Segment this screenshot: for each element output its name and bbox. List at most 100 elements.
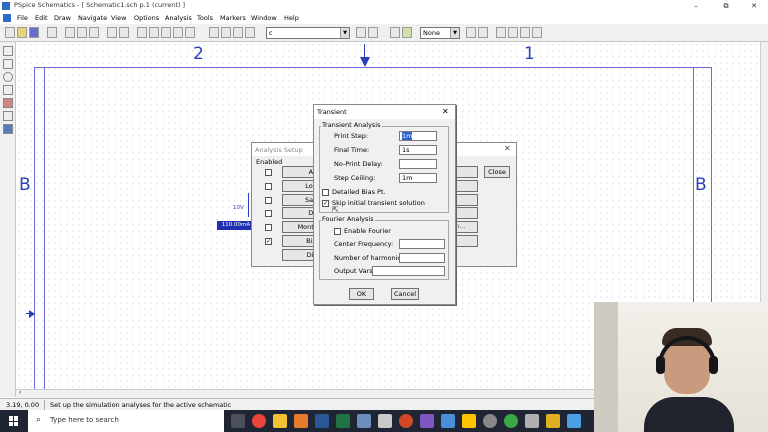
circle-icon[interactable] (3, 72, 13, 82)
app-icon-6[interactable] (357, 414, 371, 428)
enable-fourier-checkbox[interactable] (334, 228, 341, 235)
step-ceiling-input[interactable]: 1m (399, 173, 437, 183)
firefox-icon[interactable] (294, 414, 308, 428)
cancel-button[interactable]: Cancel (391, 288, 419, 300)
app-icon-13[interactable] (504, 414, 518, 428)
enable-ac-checkbox[interactable] (265, 169, 272, 176)
undo-icon[interactable] (107, 27, 117, 38)
menu-markers[interactable]: Markers (220, 13, 246, 23)
menu-navigate[interactable]: Navigate (78, 13, 107, 23)
voltage-diff-marker-icon[interactable] (508, 27, 518, 38)
open-icon[interactable] (17, 27, 27, 38)
menu-view[interactable]: View (111, 13, 126, 23)
app-icon-11[interactable] (462, 414, 476, 428)
final-time-input[interactable]: 1s (399, 145, 437, 155)
output-vars-input[interactable] (372, 266, 445, 276)
chrome-icon[interactable] (252, 414, 266, 428)
zoom-level-combo[interactable]: None ▼ (420, 27, 460, 39)
cut-icon[interactable] (65, 27, 75, 38)
detailed-bias-checkbox[interactable] (322, 189, 329, 196)
probe-icon[interactable] (466, 27, 476, 38)
edit-symbol-icon[interactable] (368, 27, 378, 38)
menu-window[interactable]: Window (251, 13, 277, 23)
task-view-icon[interactable] (231, 414, 245, 428)
menu-tools[interactable]: Tools (197, 13, 213, 23)
app-icon-12[interactable] (483, 414, 497, 428)
text-icon[interactable] (3, 111, 13, 121)
maximize-button[interactable]: ⧉ (714, 0, 738, 12)
close-icon[interactable]: ✕ (442, 107, 449, 116)
menu-draw[interactable]: Draw (54, 13, 71, 23)
menu-help[interactable]: Help (284, 13, 299, 23)
file-explorer-icon[interactable] (273, 414, 287, 428)
zoom-out-icon[interactable] (161, 27, 171, 38)
app-icon-7[interactable] (378, 414, 392, 428)
chevron-down-icon[interactable]: ▼ (450, 28, 459, 38)
windows-start-icon[interactable] (9, 416, 19, 426)
draw-bus-icon[interactable] (221, 27, 231, 38)
enable-dc-checkbox[interactable] (265, 210, 272, 217)
enable-bias-checkbox[interactable]: ✓ (265, 238, 272, 245)
edit-attributes-icon[interactable] (356, 27, 366, 38)
app-icon-10[interactable] (441, 414, 455, 428)
app-icon-14[interactable] (525, 414, 539, 428)
paste-icon[interactable] (89, 27, 99, 38)
polyline-icon[interactable] (3, 98, 13, 108)
app-icon-15[interactable] (546, 414, 560, 428)
draw-wire-icon[interactable] (209, 27, 219, 38)
close-button[interactable]: Close (484, 166, 510, 178)
transient-dialog: Transient ✕ Transient Analysis Print Ste… (313, 104, 456, 305)
center-frequency-input[interactable] (399, 239, 445, 249)
app-icon-9[interactable] (420, 414, 434, 428)
drawing-palette (0, 42, 16, 397)
print-step-input[interactable]: 1m (399, 131, 437, 141)
save-icon[interactable] (29, 27, 39, 38)
enable-load-checkbox[interactable] (265, 183, 272, 190)
menu-file[interactable]: File (17, 13, 28, 23)
ok-button[interactable]: OK (349, 288, 374, 300)
copy-icon[interactable] (77, 27, 87, 38)
app-icon-8[interactable] (399, 414, 413, 428)
print-icon[interactable] (47, 27, 57, 38)
get-part-icon[interactable] (245, 27, 255, 38)
no-print-delay-input[interactable] (399, 159, 437, 169)
redo-icon[interactable] (119, 27, 129, 38)
zone-label-b-right: B (695, 175, 707, 195)
harmonics-input[interactable] (399, 253, 445, 263)
chevron-down-icon[interactable]: ▼ (340, 28, 349, 38)
line-icon[interactable] (3, 46, 13, 56)
arc-icon[interactable] (3, 85, 13, 95)
minimize-button[interactable]: – (684, 0, 708, 12)
taskbar-search-box[interactable]: ⌕ Type here to search (28, 410, 224, 432)
simulate-icon[interactable] (402, 27, 412, 38)
draw-block-icon[interactable] (233, 27, 243, 38)
close-icon[interactable]: ✕ (504, 144, 511, 153)
probe-marker-icon[interactable] (478, 27, 488, 38)
current-bias-label[interactable]: 110.00mA (217, 221, 255, 230)
close-button[interactable]: ✕ (742, 0, 766, 12)
skip-initial-checkbox[interactable]: ✓ (322, 200, 329, 207)
box-icon[interactable] (3, 59, 13, 69)
current-marker-icon[interactable] (520, 27, 530, 38)
voltage-marker-icon[interactable] (496, 27, 506, 38)
app-icon-16[interactable] (567, 414, 581, 428)
scroll-left-icon[interactable]: ‹ (19, 389, 21, 396)
current-bias-icon[interactable] (532, 27, 542, 38)
menu-options[interactable]: Options (134, 13, 159, 23)
webcam-overlay (594, 302, 768, 432)
enable-montecarlo-checkbox[interactable] (265, 224, 272, 231)
new-icon[interactable] (5, 27, 15, 38)
menu-analysis[interactable]: Analysis (165, 13, 192, 23)
part-name-combo[interactable]: c ▼ (266, 27, 350, 39)
redraw-icon[interactable] (137, 27, 147, 38)
app-menu-icon[interactable] (3, 14, 11, 22)
zoom-fit-icon[interactable] (185, 27, 195, 38)
excel-icon[interactable] (336, 414, 350, 428)
menu-edit[interactable]: Edit (35, 13, 48, 23)
word-icon[interactable] (315, 414, 329, 428)
zoom-in-icon[interactable] (149, 27, 159, 38)
picture-icon[interactable] (3, 124, 13, 134)
enable-save-checkbox[interactable] (265, 197, 272, 204)
setup-analysis-icon[interactable] (390, 27, 400, 38)
zoom-area-icon[interactable] (173, 27, 183, 38)
